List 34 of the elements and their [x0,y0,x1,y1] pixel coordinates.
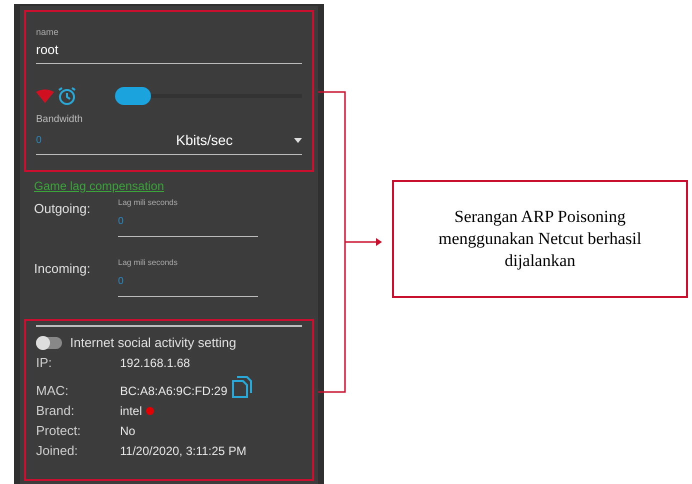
field-label: Bandwidth [36,113,84,127]
detail-value: 11/20/2020, 3:11:25 PM [120,443,246,460]
name-field[interactable]: name root [36,26,302,64]
field-value: 0 [36,134,43,148]
detail-value: 192.168.1.68 [120,355,190,372]
wifi-icon [36,89,54,103]
field-label: Lag mili seconds [118,257,179,269]
alarm-clock-icon [57,86,77,106]
lag-field[interactable]: Lag mili seconds 0 [118,257,258,297]
field-value: 0 [118,275,125,289]
detail-value: No [120,423,136,440]
detail-value: intel [120,403,142,420]
detail-value: BC:A8:A6:9C:FD:29 [120,383,228,400]
slider-thumb[interactable] [115,87,151,105]
row-label: Outgoing: [34,200,92,218]
toggle-label: Internet social activity setting [70,334,236,352]
detail-label: Protect: [36,422,82,440]
detail-label: Joined: [36,442,79,460]
row-label: Incoming: [34,260,92,278]
detail-label: MAC: [36,382,70,400]
field-label: name [36,26,60,39]
callout-text: Serangan ARP Poisoning menggunakan Netcut berhasil dijalankan [438,206,642,272]
field-value: root [36,40,60,58]
unit-select[interactable]: 0 Kbits/sec [36,130,302,155]
caret-icon [294,138,302,143]
field-value: 0 [118,215,125,229]
copy-icon[interactable] [231,375,254,399]
field-label: Lag mili seconds [118,197,179,209]
detail-label: Brand: [36,402,76,420]
select-value: Kbits/sec [176,131,234,150]
detail-label: IP: [36,354,53,372]
lag-field[interactable]: Lag mili seconds 0 [118,197,258,237]
section-link[interactable]: Game lag compensation [34,177,304,195]
toggle-switch[interactable] [36,337,62,349]
